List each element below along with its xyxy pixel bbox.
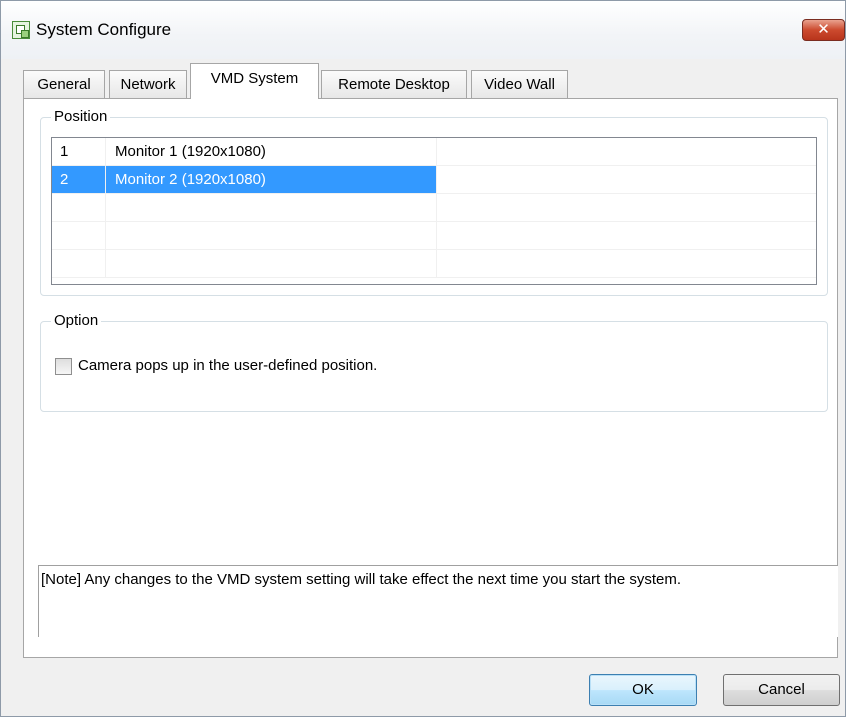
- list-row[interactable]: 1 Monitor 1 (1920x1080): [52, 138, 816, 166]
- row-index: 1: [60, 143, 69, 160]
- tab-vmd-system[interactable]: VMD System: [190, 63, 319, 99]
- tab-general[interactable]: General: [23, 70, 105, 98]
- option-group: Option Camera pops up in the user-define…: [40, 312, 828, 412]
- row-index: [52, 250, 105, 277]
- close-icon: ✕: [817, 20, 830, 38]
- list-row-selected[interactable]: 2 Monitor 2 (1920x1080): [52, 166, 816, 194]
- row-monitor: [105, 222, 436, 249]
- tab-network[interactable]: Network: [109, 70, 187, 98]
- cancel-button[interactable]: Cancel: [723, 674, 840, 706]
- row-monitor: Monitor 2 (1920x1080): [105, 166, 436, 193]
- list-row[interactable]: [52, 194, 816, 222]
- row-empty-cell: [436, 138, 816, 165]
- row-index: 2: [52, 166, 105, 193]
- monitor-position-list[interactable]: 1 Monitor 1 (1920x1080) 2 Monitor 2 (192…: [51, 137, 817, 285]
- row-empty-cell: [436, 166, 816, 193]
- row-monitor: [105, 250, 436, 277]
- close-button[interactable]: ✕: [802, 19, 845, 41]
- row-empty-cell: [436, 222, 816, 249]
- window-title: System Configure: [36, 20, 172, 39]
- position-group: Position 1 Monitor 1 (1920x1080) 2 Monit…: [40, 108, 828, 296]
- app-window-icon: [12, 21, 30, 39]
- list-row[interactable]: [52, 250, 816, 278]
- option-group-legend: Option: [51, 312, 102, 329]
- position-group-legend: Position: [51, 108, 111, 125]
- row-index: [52, 194, 105, 221]
- row-monitor: Monitor 1 (1920x1080): [105, 138, 436, 165]
- row-empty-cell: [436, 250, 816, 277]
- popup-position-checkbox-label[interactable]: Camera pops up in the user-defined posit…: [78, 357, 377, 374]
- list-row[interactable]: [52, 222, 816, 250]
- popup-position-checkbox[interactable]: [55, 358, 72, 375]
- row-empty-cell: [436, 194, 816, 221]
- tab-video-wall[interactable]: Video Wall: [471, 70, 568, 98]
- tab-panel-vmd-system: Position 1 Monitor 1 (1920x1080) 2 Monit…: [23, 98, 838, 658]
- ok-button[interactable]: OK: [589, 674, 697, 706]
- system-configure-window: System Configure ✕ General Network VMD S…: [0, 0, 846, 717]
- title-bar[interactable]: System Configure ✕: [1, 1, 845, 59]
- note-text: [Note] Any changes to the VMD system set…: [38, 565, 838, 637]
- row-monitor: [105, 194, 436, 221]
- row-index: [52, 222, 105, 249]
- tab-remote-desktop[interactable]: Remote Desktop: [321, 70, 467, 98]
